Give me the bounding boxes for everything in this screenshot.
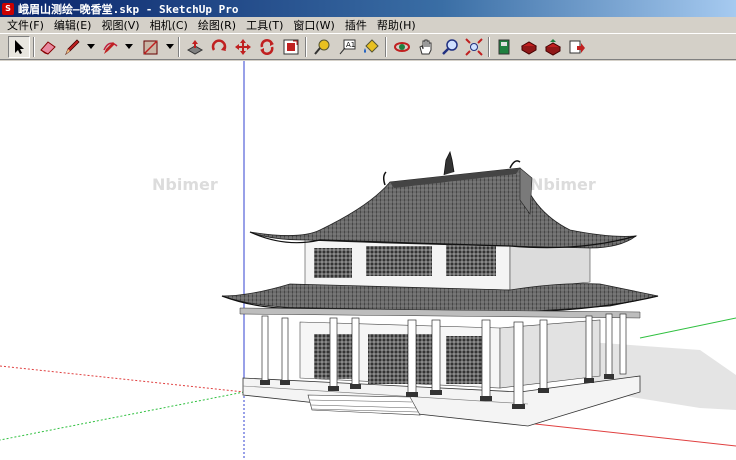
push-pull-icon xyxy=(186,40,204,55)
get-models-button[interactable] xyxy=(518,36,540,58)
arc-tool-button[interactable] xyxy=(99,36,121,58)
main-toolbar: A1 xyxy=(0,33,736,60)
front-stairs xyxy=(307,394,421,416)
pencil-icon xyxy=(65,39,80,56)
upper-roof xyxy=(249,150,638,249)
paint-bucket-icon xyxy=(364,39,379,53)
green-axis-negative xyxy=(0,391,245,441)
arrow-cursor-icon xyxy=(15,40,24,54)
text-icon: A1 xyxy=(339,39,356,55)
zoom-extents-tool-button[interactable] xyxy=(463,36,485,58)
menu-plugins[interactable]: 插件 xyxy=(340,17,372,33)
lower-roof xyxy=(221,283,659,319)
send-to-layout-icon xyxy=(569,40,585,54)
rotate-tool-button[interactable] xyxy=(208,36,230,58)
toolbar-separator xyxy=(385,37,387,57)
toolbar-separator xyxy=(305,37,307,57)
push-pull-tool-button[interactable] xyxy=(184,36,206,58)
eraser-tool-button[interactable] xyxy=(37,36,59,58)
rectangle-icon xyxy=(143,40,158,55)
orbit-icon xyxy=(394,42,410,52)
pencil-tool-button[interactable] xyxy=(61,36,83,58)
eraser-icon xyxy=(40,41,56,55)
orbit-tool-button[interactable] xyxy=(391,36,413,58)
window-title: 峨眉山测绘—晚香堂.skp - SketchUp Pro xyxy=(18,2,239,16)
menu-file[interactable]: 文件(F) xyxy=(2,17,49,33)
toolbar-separator xyxy=(33,37,35,57)
menu-tools[interactable]: 工具(T) xyxy=(241,17,288,33)
menu-bar: 文件(F) 编辑(E) 视图(V) 相机(C) 绘图(R) 工具(T) 窗口(W… xyxy=(0,17,736,33)
move-icon xyxy=(235,39,251,55)
tape-measure-tool-button[interactable] xyxy=(311,36,333,58)
components-icon xyxy=(498,39,510,55)
lower-story xyxy=(299,319,601,389)
menu-camera[interactable]: 相机(C) xyxy=(145,17,193,33)
move-tool-button[interactable] xyxy=(232,36,254,58)
toolbar-separator xyxy=(178,37,180,57)
rectangle-tool-button[interactable] xyxy=(140,36,162,58)
menu-edit[interactable]: 编辑(E) xyxy=(49,17,97,33)
zoom-tool-button[interactable] xyxy=(439,36,461,58)
paint-bucket-tool-button[interactable] xyxy=(360,36,382,58)
follow-me-icon xyxy=(260,39,274,55)
model-viewport[interactable]: Nbimer Nbimer xyxy=(0,61,736,460)
menu-draw[interactable]: 绘图(R) xyxy=(193,17,241,33)
rotate-icon xyxy=(211,39,227,51)
green-axis xyxy=(639,317,736,339)
title-bar: S 峨眉山测绘—晚香堂.skp - SketchUp Pro xyxy=(0,0,736,17)
arc-dropdown-arrow[interactable] xyxy=(125,44,133,49)
model-scene xyxy=(0,61,736,460)
offset-icon xyxy=(283,39,299,55)
pencil-dropdown-arrow[interactable] xyxy=(87,44,95,49)
share-model-button[interactable] xyxy=(542,36,564,58)
red-axis-negative xyxy=(0,365,245,393)
send-to-layout-button[interactable] xyxy=(566,36,588,58)
zoom-icon xyxy=(442,39,458,55)
svg-text:A1: A1 xyxy=(346,41,355,49)
follow-me-tool-button[interactable] xyxy=(256,36,278,58)
menu-help[interactable]: 帮助(H) xyxy=(372,17,421,33)
pan-tool-button[interactable] xyxy=(415,36,437,58)
share-model-icon xyxy=(544,39,562,56)
components-button[interactable] xyxy=(494,36,516,58)
roof-finial xyxy=(443,150,455,176)
offset-tool-button[interactable] xyxy=(280,36,302,58)
menu-window[interactable]: 窗口(W) xyxy=(288,17,339,33)
tape-measure-icon xyxy=(314,39,330,55)
text-tool-button[interactable]: A1 xyxy=(336,36,358,58)
select-tool-button[interactable] xyxy=(8,36,30,58)
get-models-icon xyxy=(520,41,538,55)
zoom-extents-icon xyxy=(465,38,483,56)
toolbar-separator xyxy=(488,37,490,57)
arc-icon xyxy=(103,42,118,54)
rectangle-dropdown-arrow[interactable] xyxy=(166,44,174,49)
menu-view[interactable]: 视图(V) xyxy=(96,17,144,33)
pan-hand-icon xyxy=(419,39,432,55)
sketchup-app-icon[interactable]: S xyxy=(2,2,14,15)
